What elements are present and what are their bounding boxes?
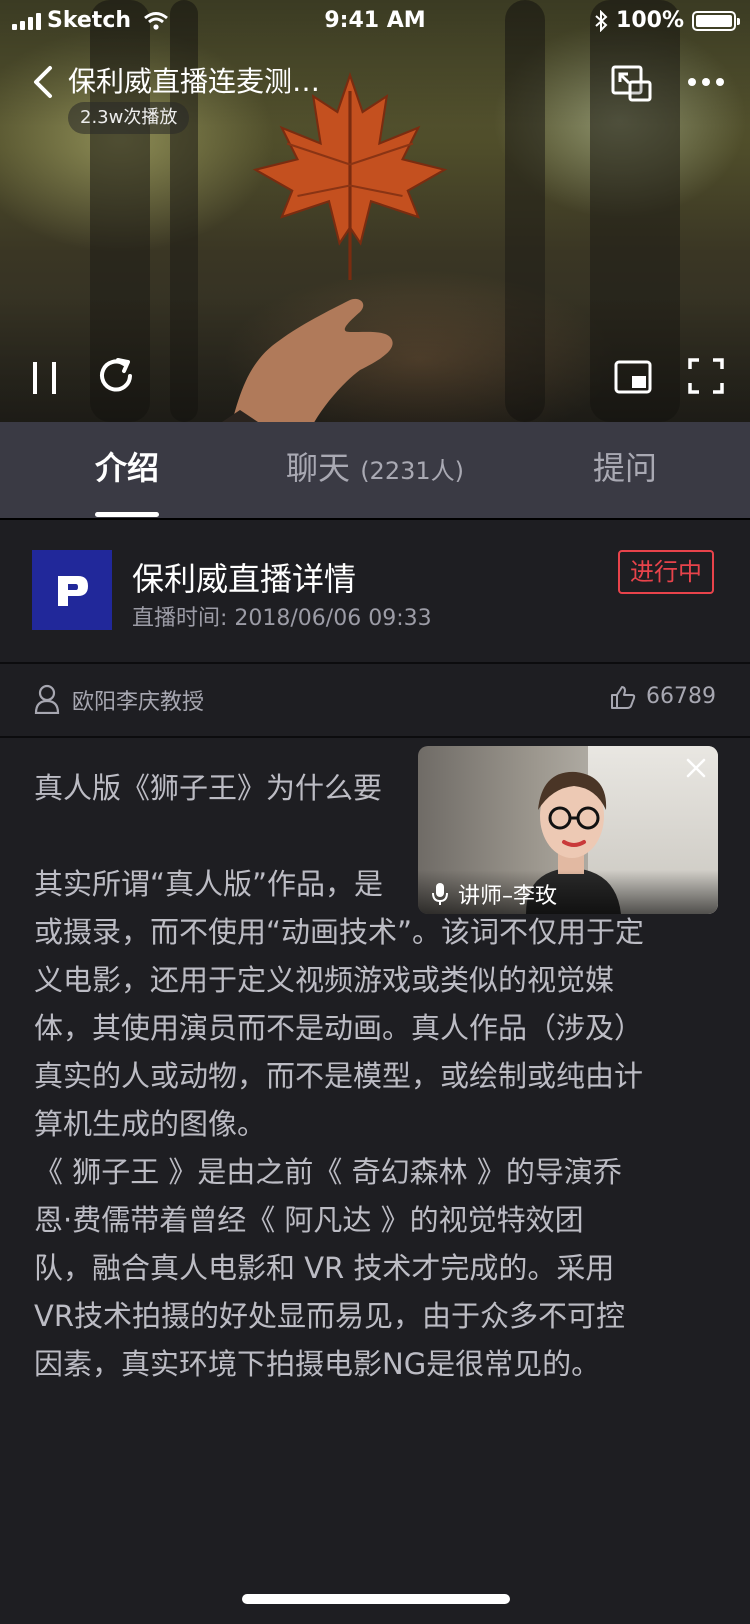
battery-icon [692, 10, 740, 31]
like-count: 66789 [646, 684, 716, 709]
more-icon[interactable] [686, 70, 726, 94]
brand-logo-mark [58, 576, 88, 606]
tab-questions[interactable]: 提问 [560, 422, 690, 518]
mic-icon [432, 883, 448, 905]
home-indicator[interactable] [242, 1594, 510, 1604]
status-bar: Sketch 9:41 AM 100% [0, 0, 750, 44]
play-count-badge: 2.3w次播放 [68, 102, 190, 134]
article-line: 或摄录，而不使用“动画技术”。该词不仅用于定 [34, 915, 645, 949]
tab-chat[interactable]: 聊天 (2231人) [270, 422, 480, 518]
article-line: 义电影，还用于定义视频游戏或类似的视觉媒 [34, 963, 615, 997]
thumbs-up-icon[interactable] [610, 684, 636, 710]
replay-icon[interactable] [96, 356, 136, 396]
mini-window-icon[interactable] [614, 360, 652, 394]
maple-leaf-image [252, 72, 448, 280]
video-player[interactable]: Sketch 9:41 AM 100% 保利威直播连麦测… 2.3w次播放 [0, 0, 750, 422]
teacher-caption: 讲师–李玫 [418, 870, 718, 914]
hand-image [222, 299, 393, 422]
teacher-name-label: 讲师–李玫 [458, 884, 558, 909]
live-title: 保利威直播详情 [132, 560, 357, 598]
video-title: 保利威直播连麦测… [68, 65, 321, 98]
tab-bar: 介绍 聊天 (2231人) 提问 [0, 422, 750, 520]
article-line: 体，其使用演员而不是动画。真人作品（涉及） [34, 1011, 644, 1045]
tab-label: 聊天 [286, 449, 351, 487]
status-badge: 进行中 [618, 550, 714, 594]
article-line: 恩·费儒带着曾经《 阿凡达 》的视觉特效团 [34, 1203, 584, 1237]
article-line: 因素，真实环境下拍摄电影NG是很常见的。 [34, 1347, 601, 1381]
fullscreen-icon[interactable] [688, 358, 724, 394]
tab-intro[interactable]: 介绍 [60, 422, 194, 518]
brand-logo [32, 550, 112, 630]
pip-exit-icon[interactable] [610, 64, 654, 104]
live-detail-card: 保利威直播详情 直播时间: 2018/06/06 09:33 进行中 [0, 518, 750, 664]
active-tab-indicator [95, 512, 159, 517]
live-time: 直播时间: 2018/06/06 09:33 [132, 606, 432, 631]
tab-chat-count: (2231人) [360, 457, 464, 485]
battery-percent: 100% [616, 8, 684, 33]
close-icon[interactable] [684, 756, 708, 780]
article-line: VR技术拍摄的好处显而易见，由于众多不可控 [34, 1299, 625, 1333]
article-line: 《 狮子王 》是由之前《 奇幻森林 》的导演乔 [34, 1155, 622, 1189]
article-line: 队，融合真人电影和 VR 技术才完成的。采用 [34, 1251, 615, 1285]
status-right: 100% [594, 8, 740, 33]
speaker-name: 欧阳李庆教授 [72, 690, 205, 715]
article-line: 真实的人或动物，而不是模型，或绘制或纯由计 [34, 1059, 644, 1093]
pause-icon[interactable] [30, 360, 60, 396]
floating-teacher-video[interactable]: 讲师–李玫 [418, 746, 718, 914]
tab-label: 介绍 [94, 449, 159, 487]
tab-label: 提问 [592, 449, 657, 487]
article-line: 算机生成的图像。 [34, 1107, 267, 1141]
speaker-row: 欧阳李庆教授 66789 [0, 662, 750, 738]
back-icon[interactable] [26, 60, 62, 104]
user-icon [34, 684, 60, 714]
bluetooth-icon [595, 9, 608, 32]
